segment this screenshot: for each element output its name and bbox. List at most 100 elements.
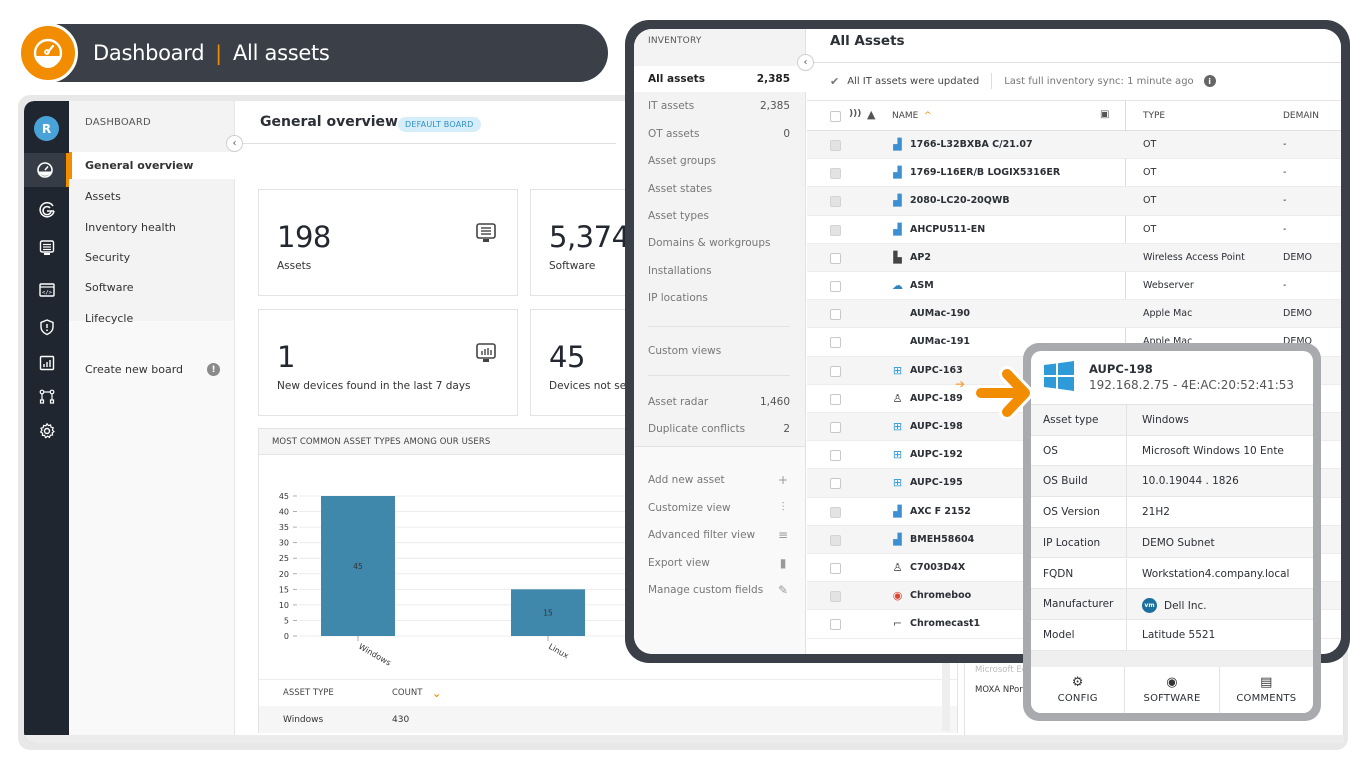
asset-name[interactable]: AUPC-198	[910, 421, 963, 432]
chart-scrollbar[interactable]	[942, 659, 950, 731]
asset-name[interactable]: 1766-L32BXBA C/21.07	[910, 139, 1033, 150]
collapse-nav-button[interactable]: ‹	[226, 135, 243, 152]
row-checkbox[interactable]	[830, 252, 841, 264]
collapse-inventory-nav-button[interactable]: ‹	[797, 54, 814, 71]
asset-name[interactable]: 1769-L16ER/B LOGIX5316ER	[910, 167, 1060, 178]
nav-item-asset-states[interactable]: Asset states	[634, 176, 806, 202]
select-all-checkbox[interactable]	[830, 111, 841, 122]
rail-assets[interactable]	[24, 231, 69, 265]
table-row[interactable]: ☁ ASM Webserver -	[807, 272, 1341, 301]
nav-item-ip-locations[interactable]: IP locations	[634, 285, 806, 311]
table-row[interactable]: ▟ AHCPU511-EN OT -	[807, 216, 1341, 244]
nav-item-asset-types[interactable]: Asset types	[634, 203, 806, 229]
table-row[interactable]: ▙ AP2 Wireless Access Point DEMO	[807, 243, 1341, 272]
action-advanced-filter-view[interactable]: Advanced filter view ≡	[634, 522, 806, 548]
row-checkbox[interactable]	[830, 619, 841, 631]
stat-card-new-devices[interactable]: 1 New devices found in the last 7 days	[258, 309, 518, 416]
asset-name[interactable]: AHCPU511-EN	[910, 224, 985, 235]
nav-item-software[interactable]: Software	[69, 274, 235, 301]
asset-name[interactable]: C7003D4X	[910, 562, 965, 573]
asset-name[interactable]: Chromeboo	[910, 590, 971, 601]
warning-column-icon[interactable]: ▲	[867, 108, 875, 121]
sort-desc-icon[interactable]: ⌄	[432, 687, 441, 700]
nav-item-installations[interactable]: Installations	[634, 258, 806, 284]
create-new-board-link[interactable]: Create new board	[85, 363, 183, 376]
table-row[interactable]: Windows 430	[259, 706, 957, 733]
tab-software[interactable]: ◉ SOFTWARE	[1125, 667, 1220, 713]
breadcrumb-section[interactable]: Dashboard	[93, 41, 205, 65]
row-checkbox[interactable]	[830, 450, 841, 462]
asset-name[interactable]: Chromecast1	[910, 618, 980, 629]
row-checkbox[interactable]	[830, 168, 841, 180]
nav-item-all-assets[interactable]: All assets 2,385	[634, 66, 806, 92]
asset-name[interactable]: AUMac-191	[910, 336, 970, 347]
table-row[interactable]: AUMac-190 Apple Mac DEMO	[807, 300, 1341, 329]
stat-card-assets[interactable]: 198 Assets	[258, 189, 518, 296]
asset-name[interactable]: BMEH58604	[910, 534, 974, 545]
rail-dashboard[interactable]	[24, 153, 69, 187]
rail-reports[interactable]	[24, 346, 69, 380]
asset-name[interactable]: AXC F 2152	[910, 506, 971, 517]
row-checkbox[interactable]	[830, 281, 841, 292]
avatar[interactable]: R	[34, 116, 59, 141]
row-checkbox[interactable]	[830, 534, 841, 546]
action-manage-custom-fields[interactable]: Manage custom fields ✎	[634, 577, 806, 603]
nav-item-general-overview[interactable]: General overview	[69, 152, 235, 179]
asset-name[interactable]: AUMac-190	[910, 308, 970, 319]
asset-name[interactable]: AUPC-198	[1089, 362, 1153, 376]
row-checkbox[interactable]	[830, 393, 841, 405]
asset-name[interactable]: ASM	[910, 280, 934, 291]
table-row[interactable]: ▟ 1766-L32BXBA C/21.07 OT -	[807, 131, 1341, 160]
nav-item-security[interactable]: Security	[69, 244, 235, 271]
row-checkbox[interactable]	[830, 506, 841, 518]
asset-name[interactable]: AP2	[910, 252, 931, 263]
nav-item-ot-assets[interactable]: OT assets 0	[634, 121, 806, 147]
nav-item-asset-groups[interactable]: Asset groups	[634, 148, 806, 174]
row-checkbox[interactable]	[830, 422, 841, 433]
column-chooser-icon[interactable]: ▣	[1100, 109, 1109, 120]
rail-workflows[interactable]	[24, 380, 69, 414]
nav-item-asset-radar[interactable]: Asset radar 1,460	[634, 389, 806, 415]
row-checkbox[interactable]	[830, 591, 841, 603]
horizontal-scrollbar[interactable]	[24, 735, 1344, 743]
signal-column-icon[interactable]: )))	[849, 109, 861, 119]
row-checkbox[interactable]	[830, 140, 841, 151]
table-row[interactable]: ▟ 2080-LC20-20QWB OT -	[807, 187, 1341, 216]
rail-settings[interactable]	[24, 414, 69, 448]
rail-security[interactable]	[24, 310, 69, 344]
action-add-new-asset[interactable]: Add new asset +	[634, 467, 806, 493]
nav-item-inventory-health[interactable]: Inventory health	[69, 214, 235, 241]
nav-item-it-assets[interactable]: IT assets 2,385	[634, 93, 806, 119]
tab-comments[interactable]: ▤ COMMENTS	[1220, 667, 1313, 713]
row-checkbox[interactable]	[830, 478, 841, 490]
nav-item-domains-workgroups[interactable]: Domains & workgroups	[634, 230, 806, 256]
row-checkbox[interactable]	[830, 337, 841, 349]
nav-item-custom-views[interactable]: Custom views	[634, 338, 806, 364]
column-domain[interactable]: DEMAIN	[1283, 111, 1319, 121]
row-checkbox[interactable]	[830, 563, 841, 574]
table-row[interactable]: ▟ 1769-L16ER/B LOGIX5316ER OT -	[807, 159, 1341, 188]
asset-name[interactable]: 2080-LC20-20QWB	[910, 195, 1010, 206]
row-checkbox[interactable]	[830, 365, 841, 377]
rail-radar[interactable]	[24, 193, 69, 227]
nav-item-duplicate-conflicts[interactable]: Duplicate conflicts 2	[634, 416, 806, 442]
row-checkbox[interactable]	[830, 224, 841, 236]
nav-item-assets[interactable]: Assets	[69, 183, 235, 210]
action-customize-view[interactable]: Customize view ⫶	[634, 495, 806, 521]
row-checkbox[interactable]	[830, 309, 841, 321]
tab-config[interactable]: ⚙ CONFIG	[1031, 667, 1126, 713]
sort-asc-icon[interactable]: ^	[924, 111, 932, 121]
nav-item-lifecycle[interactable]: Lifecycle	[69, 305, 235, 332]
column-type[interactable]: TYPE	[1143, 111, 1165, 121]
rail-software[interactable]: </>	[24, 273, 69, 307]
action-export-view[interactable]: Export view ▮	[634, 550, 806, 576]
column-count[interactable]: COUNT	[392, 688, 422, 698]
asset-name[interactable]: AUPC-195	[910, 477, 963, 488]
asset-name[interactable]: AUPC-189	[910, 393, 963, 404]
row-checkbox[interactable]	[830, 196, 841, 208]
info-icon[interactable]: i	[1203, 75, 1216, 87]
column-name[interactable]: NAME	[892, 111, 918, 121]
asset-name[interactable]: AUPC-192	[910, 449, 963, 460]
asset-name[interactable]: AUPC-163	[910, 365, 963, 376]
column-asset-type[interactable]: ASSET TYPE	[283, 688, 334, 698]
